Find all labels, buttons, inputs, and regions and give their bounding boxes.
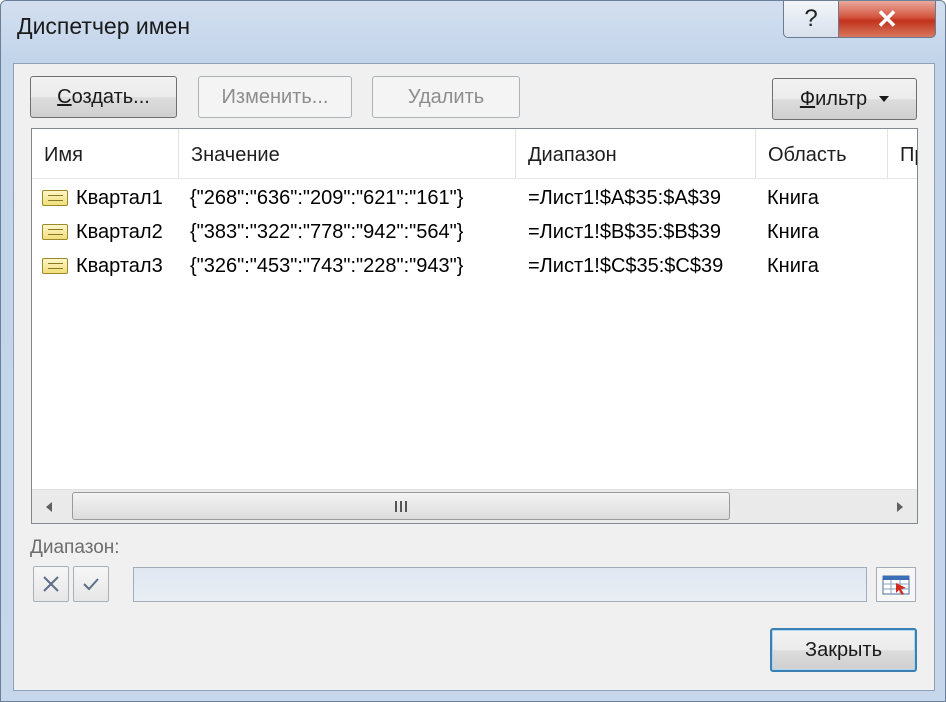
checkmark-icon [83, 578, 99, 591]
cancel-x-icon [43, 576, 59, 592]
range-label: Диапазон: [30, 537, 120, 558]
window-close-button[interactable]: ✕ [838, 1, 936, 38]
row-scope: Книга [767, 255, 819, 277]
close-icon: ✕ [876, 3, 898, 34]
dialog-title: Диспетчер имен [17, 13, 191, 39]
scroll-left-icon [46, 501, 52, 512]
list-item[interactable]: Квартал3 {"326":"453":"743":"228":"943"}… [32, 249, 917, 283]
column-header-value[interactable]: Значение [179, 129, 516, 178]
names-list[interactable]: Имя Значение Диапазон Область Пр Квартал… [31, 128, 918, 524]
list-item[interactable]: Квартал2 {"383":"322":"778":"942":"564"}… [32, 215, 917, 249]
row-range: =Лист1!$A$35:$A$39 [528, 187, 722, 209]
row-name: Квартал3 [76, 255, 163, 277]
row-name: Квартал2 [76, 221, 163, 243]
scroll-right-icon [897, 501, 903, 512]
filter-button-accel: Ф [799, 87, 816, 110]
scroll-left-button[interactable] [32, 490, 66, 523]
row-scope: Книга [767, 221, 819, 243]
defined-name-icon [42, 190, 68, 206]
create-button[interactable]: Создать... [30, 76, 177, 118]
row-value: {"268":"636":"209":"621":"161"} [190, 187, 464, 209]
create-button-accel: С [57, 85, 72, 108]
filter-button[interactable]: Фильтр [772, 78, 917, 120]
defined-name-icon [42, 258, 68, 274]
column-header-comment[interactable]: Пр [888, 129, 917, 178]
horizontal-scrollbar[interactable] [32, 489, 917, 523]
range-select-icon [882, 575, 910, 595]
column-header-name[interactable]: Имя [32, 129, 179, 178]
row-value: {"383":"322":"778":"942":"564"} [190, 221, 464, 243]
row-value: {"326":"453":"743":"228":"943"} [190, 255, 464, 277]
column-header-scope[interactable]: Область [756, 129, 888, 178]
dropdown-arrow-icon [879, 96, 890, 102]
row-range: =Лист1!$C$35:$C$39 [528, 255, 724, 277]
row-range: =Лист1!$B$35:$B$39 [528, 221, 722, 243]
edit-button-label: Изменить... [221, 85, 329, 108]
row-name: Квартал1 [76, 187, 163, 209]
scroll-right-button[interactable] [883, 490, 917, 523]
column-header-range[interactable]: Диапазон [516, 129, 756, 178]
defined-name-icon [42, 224, 68, 240]
close-button-label: Закрыть [804, 638, 883, 661]
close-button[interactable]: Закрыть [770, 628, 917, 672]
help-button[interactable]: ? [783, 1, 839, 38]
filter-button-label: ильтр [815, 87, 868, 110]
range-input[interactable] [133, 567, 867, 602]
range-picker-button[interactable] [876, 567, 916, 602]
list-header: Имя Значение Диапазон Область Пр [32, 129, 917, 179]
create-button-label: оздать... [71, 85, 150, 108]
name-manager-dialog: Диспетчер имен ? ✕ Создать... Изменить..… [0, 0, 946, 702]
grip-icon [395, 500, 407, 512]
scrollbar-thumb[interactable] [72, 492, 730, 520]
row-scope: Книга [767, 187, 819, 209]
dialog-body: Создать... Изменить... Удалить Фильтр Им… [13, 63, 935, 691]
list-item[interactable]: Квартал1 {"268":"636":"209":"621":"161"}… [32, 181, 917, 215]
delete-button-label: Удалить [407, 85, 485, 108]
cancel-edit-button[interactable] [33, 566, 69, 602]
edit-button[interactable]: Изменить... [198, 76, 352, 118]
help-icon: ? [804, 5, 818, 32]
delete-button[interactable]: Удалить [372, 76, 520, 118]
confirm-edit-button[interactable] [73, 566, 109, 602]
